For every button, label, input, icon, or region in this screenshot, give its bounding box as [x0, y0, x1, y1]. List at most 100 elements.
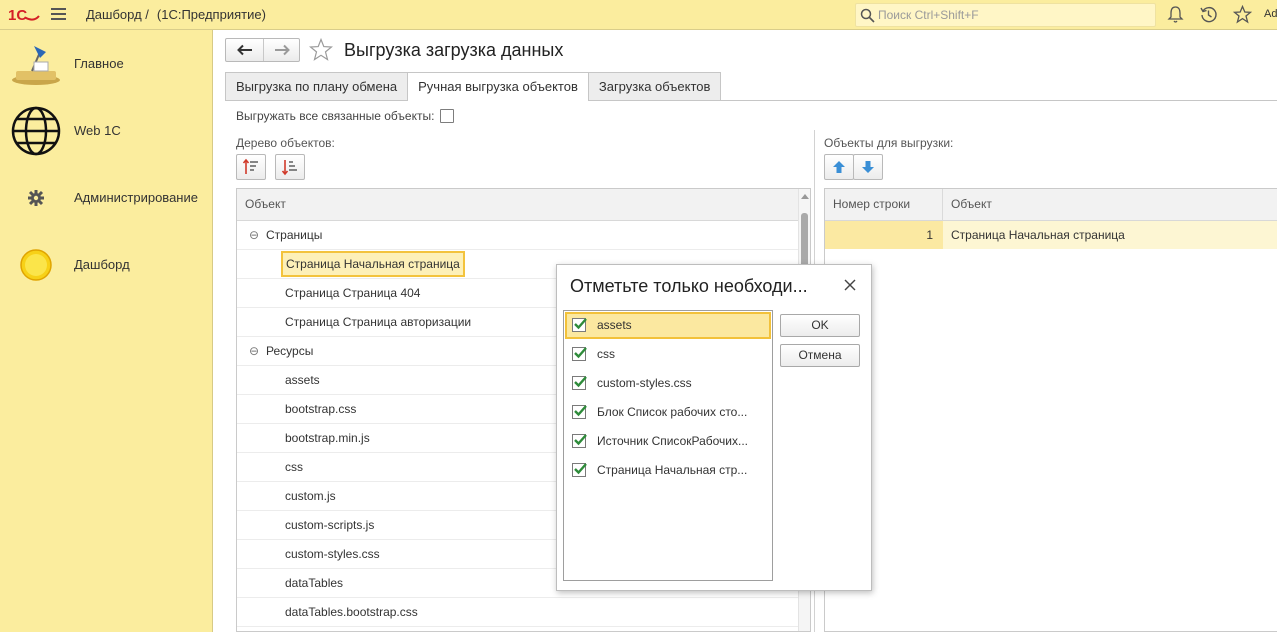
tab-import-objects[interactable]: Загрузка объектов [587, 72, 722, 100]
item-checkbox[interactable] [572, 405, 587, 419]
list-item[interactable]: custom-styles.css [565, 370, 771, 397]
tab-bar: Выгрузка по плану обмена Ручная выгрузка… [225, 72, 722, 101]
tree-row-label: css [285, 460, 303, 474]
svg-text:1C: 1C [8, 7, 27, 24]
sort-ascending-button[interactable] [236, 154, 266, 180]
tree-row-label: custom.js [285, 489, 336, 503]
tree-group-row[interactable]: ⊖ Страницы [237, 221, 810, 250]
forward-button[interactable] [263, 39, 300, 61]
table-row[interactable]: 1 Страница Начальная страница [825, 221, 1277, 249]
cell-row-number: 1 [825, 221, 943, 249]
sidebar-item-dashboard[interactable]: Дашборд [0, 235, 212, 295]
sort-asc-icon [242, 158, 258, 174]
tree-row-label: custom-scripts.js [285, 518, 375, 532]
tree-row-label: bootstrap.css [285, 402, 357, 416]
user-initials[interactable]: Ad [1264, 8, 1277, 20]
1c-logo-icon[interactable]: 1C [8, 6, 40, 24]
tree-row-label: Ресурсы [266, 344, 314, 358]
export-related-label: Выгружать все связанные объекты: [236, 109, 435, 123]
bell-icon[interactable] [1166, 5, 1185, 24]
item-checkbox[interactable] [572, 318, 587, 332]
arrow-right-icon [275, 44, 290, 56]
export-objects-table: Номер строки Объект 1 Страница Начальная… [824, 188, 1277, 632]
sidebar-item-web1c[interactable]: Web 1C [0, 101, 212, 161]
favorites-star-icon[interactable] [1233, 5, 1252, 24]
tree-row[interactable]: dataTables.bootstrap.css [237, 598, 810, 627]
tab-export-by-plan[interactable]: Выгрузка по плану обмена [225, 72, 409, 100]
item-checkbox[interactable] [572, 376, 587, 390]
sort-desc-icon [281, 160, 297, 176]
item-label: Страница Начальная стр... [597, 463, 748, 477]
tab-manual-export[interactable]: Ручная выгрузка объектов [407, 72, 589, 101]
sidebar-item-label: Дашборд [74, 257, 130, 272]
tree-label: Дерево объектов: [236, 136, 335, 150]
item-checkbox[interactable] [572, 434, 587, 448]
table-header: Номер строки Объект [825, 189, 1277, 221]
arrow-up-icon [833, 161, 845, 173]
breadcrumb-dashboard[interactable]: Дашборд / [86, 7, 149, 22]
move-down-button[interactable] [853, 154, 883, 180]
export-related-row: Выгружать все связанные объекты: [236, 109, 455, 123]
tree-row-label: bootstrap.min.js [285, 431, 370, 445]
top-bar: 1C Дашборд / (1С:Предприятие) Ad [0, 0, 1277, 30]
checkmark-icon [574, 376, 587, 388]
move-up-button[interactable] [824, 154, 854, 180]
collapse-toggle-icon[interactable]: ⊖ [249, 337, 259, 365]
list-item[interactable]: assets [565, 312, 771, 339]
tree-row-label: Страница Страница 404 [285, 286, 421, 300]
sidebar-item-label: Администрирование [74, 190, 198, 205]
export-objects-label: Объекты для выгрузки: [824, 136, 954, 150]
tree-row-label: Страница Страница авторизации [285, 315, 472, 329]
list-item[interactable]: Блок Список рабочих сто... [565, 399, 771, 426]
desk-lamp-icon [12, 46, 60, 85]
menu-icon[interactable] [51, 8, 66, 21]
cancel-button[interactable]: Отмена [780, 344, 860, 367]
dialog-object-list: assets css custom-styles.css Блок Список… [563, 310, 773, 581]
app-name: (1С:Предприятие) [156, 7, 266, 22]
list-item[interactable]: Страница Начальная стр... [565, 457, 771, 484]
column-header-row-number[interactable]: Номер строки [825, 189, 943, 220]
sidebar: Главное Web 1C Администрирование Дашборд [0, 30, 213, 632]
add-favorite-star-icon[interactable] [309, 38, 333, 62]
ok-button[interactable]: OK [780, 314, 860, 337]
checkmark-icon [574, 318, 587, 330]
checkmark-icon [574, 463, 587, 475]
back-button[interactable] [226, 39, 263, 61]
search-input[interactable] [878, 6, 1148, 24]
item-checkbox[interactable] [572, 347, 587, 361]
item-checkbox[interactable] [572, 463, 587, 477]
list-item[interactable]: css [565, 341, 771, 368]
column-header-object[interactable]: Объект [943, 189, 992, 220]
checkmark-icon [574, 405, 587, 417]
tree-row-label: dataTables [285, 576, 344, 590]
tree-column-header[interactable]: Объект [237, 189, 810, 221]
collapse-toggle-icon[interactable]: ⊖ [249, 221, 259, 249]
scroll-up-icon[interactable] [801, 194, 809, 199]
globe-icon [11, 106, 61, 156]
tree-row-label: custom-styles.css [285, 547, 380, 561]
item-label: Блок Список рабочих сто... [597, 405, 748, 419]
dialog-title: Отметьте только необходи... [570, 276, 808, 296]
item-label: css [597, 347, 615, 361]
history-icon[interactable] [1199, 5, 1218, 24]
item-label: custom-styles.css [597, 376, 692, 390]
sun-icon [20, 249, 52, 281]
sidebar-item-administration[interactable]: Администрирование [0, 168, 212, 228]
page-title: Выгрузка загрузка данных [344, 40, 564, 60]
tree-row-label: Страницы [266, 228, 323, 242]
sidebar-item-label: Главное [74, 56, 124, 71]
search-box[interactable] [855, 3, 1156, 27]
sidebar-item-main[interactable]: Главное [0, 34, 212, 94]
arrow-down-icon [862, 161, 874, 173]
sort-descending-button[interactable] [275, 154, 305, 180]
close-icon[interactable] [843, 278, 857, 292]
export-related-checkbox[interactable] [440, 109, 455, 123]
list-item[interactable]: Источник СписокРабочих... [565, 428, 771, 455]
item-label: assets [597, 318, 632, 332]
tree-row-label: dataTables.bootstrap.css [285, 605, 418, 619]
tree-row-label: Страница Начальная страница [281, 251, 465, 277]
gear-icon [28, 190, 44, 206]
cell-object: Страница Начальная страница [951, 228, 1125, 242]
checkmark-icon [574, 434, 587, 446]
history-nav [225, 38, 300, 62]
